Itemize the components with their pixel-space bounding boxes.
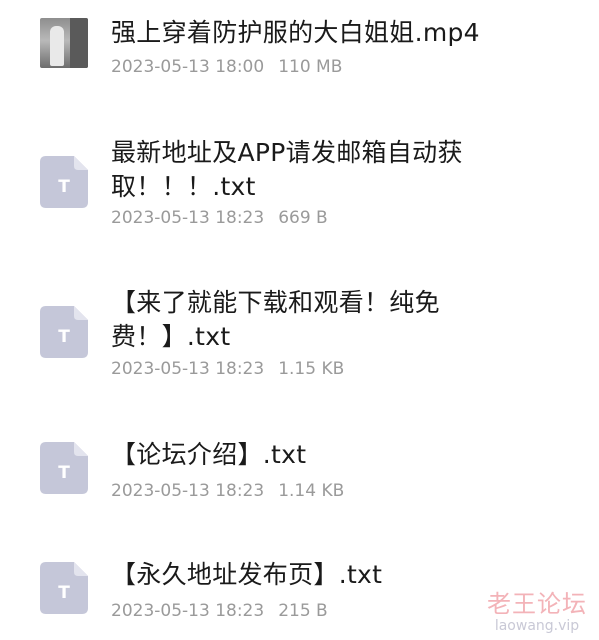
watermark-title: 老王论坛 (487, 590, 587, 618)
file-meta: 2023-05-13 18:23 669 B (111, 207, 328, 229)
file-date: 2023-05-13 18:23 (111, 208, 265, 228)
file-type-letter: T (58, 463, 70, 483)
file-type-letter: T (58, 177, 70, 197)
file-list-item[interactable]: 强上穿着防护服的大白姐姐.mp4 2023-05-13 18:00 110 MB (0, 0, 599, 100)
file-list-item[interactable]: T 【论坛介绍】.txt 2023-05-13 18:23 1.14 KB (0, 430, 599, 510)
file-name[interactable]: 【永久地址发布页】.txt (111, 558, 581, 592)
file-size: 110 MB (278, 57, 343, 77)
video-thumbnail[interactable] (40, 18, 88, 68)
file-size: 1.14 KB (278, 481, 345, 501)
thumbnail-background (70, 18, 88, 68)
file-date: 2023-05-13 18:00 (111, 57, 265, 77)
file-name[interactable]: 【论坛介绍】.txt (111, 438, 581, 472)
file-date: 2023-05-13 18:23 (111, 481, 265, 501)
file-type-letter: T (58, 327, 70, 347)
file-list: 强上穿着防护服的大白姐姐.mp4 2023-05-13 18:00 110 MB … (0, 0, 599, 640)
file-list-item[interactable]: T 最新地址及APP请发邮箱自动获取！！！.txt 2023-05-13 18:… (0, 120, 599, 240)
txt-file-icon[interactable]: T (40, 442, 88, 494)
file-size: 1.15 KB (278, 359, 345, 379)
file-meta: 2023-05-13 18:23 1.15 KB (111, 358, 344, 380)
file-meta: 2023-05-13 18:00 110 MB (111, 56, 342, 78)
file-size: 669 B (278, 208, 328, 228)
file-date: 2023-05-13 18:23 (111, 359, 265, 379)
file-list-item[interactable]: T 【来了就能下载和观看！纯免费！】.txt 2023-05-13 18:23 1… (0, 270, 599, 390)
thumbnail-figure (50, 26, 64, 66)
file-type-letter: T (58, 583, 70, 603)
file-meta: 2023-05-13 18:23 215 B (111, 600, 328, 622)
watermark-logo: 老王论坛 laowang.vip (487, 590, 587, 634)
txt-file-icon[interactable]: T (40, 562, 88, 614)
file-name[interactable]: 强上穿着防护服的大白姐姐.mp4 (111, 16, 581, 50)
file-size: 215 B (278, 601, 328, 621)
watermark-url: laowang.vip (494, 618, 580, 634)
file-meta: 2023-05-13 18:23 1.14 KB (111, 480, 344, 502)
file-date: 2023-05-13 18:23 (111, 601, 265, 621)
txt-file-icon[interactable]: T (40, 156, 88, 208)
file-name[interactable]: 最新地址及APP请发邮箱自动获取！！！.txt (111, 136, 506, 204)
file-name[interactable]: 【来了就能下载和观看！纯免费！】.txt (111, 286, 486, 354)
txt-file-icon[interactable]: T (40, 306, 88, 358)
